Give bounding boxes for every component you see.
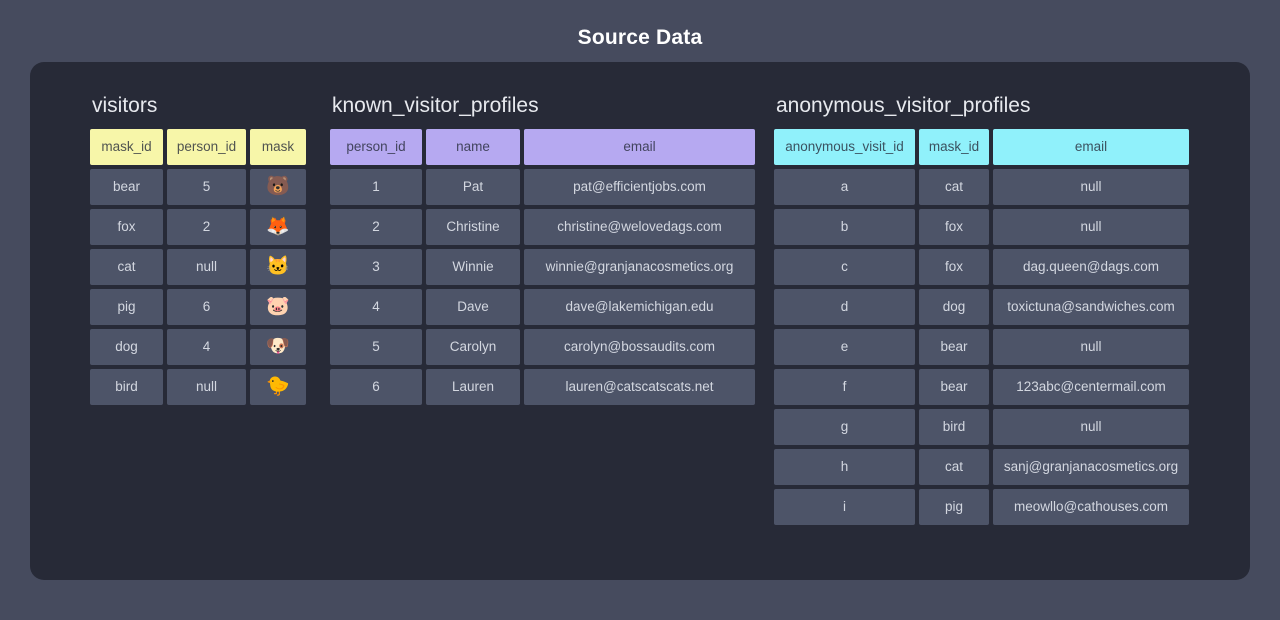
table-cell: fox [919, 209, 989, 245]
table-grid: person_idnameemail 1Patpat@efficientjobs.… [330, 129, 755, 405]
table-cell: 4 [167, 329, 246, 365]
table-cell: null [993, 329, 1189, 365]
table-cell: Christine [426, 209, 520, 245]
table-cell: e [774, 329, 915, 365]
table-cell: bird [90, 369, 163, 405]
table-cell: h [774, 449, 915, 485]
table-cell: 6 [167, 289, 246, 325]
table-cell: dog [919, 289, 989, 325]
column-header: person_id [167, 129, 246, 165]
table-cell: 6 [330, 369, 422, 405]
table-cell: pig [90, 289, 163, 325]
table-cell: 🐶 [250, 329, 306, 365]
table-anonymous-visitor-profiles: anonymous_visitor_profiles anonymous_visi… [774, 94, 1189, 525]
table-cell: cat [919, 449, 989, 485]
table-cell: dag.queen@dags.com [993, 249, 1189, 285]
table-cell: pig [919, 489, 989, 525]
table-cell: Carolyn [426, 329, 520, 365]
table-cell: 5 [330, 329, 422, 365]
table-cell: bear [919, 329, 989, 365]
column-header: mask [250, 129, 306, 165]
column-header: email [993, 129, 1189, 165]
table-cell: 2 [167, 209, 246, 245]
column-header: person_id [330, 129, 422, 165]
table-cell: pat@efficientjobs.com [524, 169, 755, 205]
table-grid: anonymous_visit_idmask_idemailacatnullbf… [774, 129, 1189, 525]
table-cell: toxictuna@sandwiches.com [993, 289, 1189, 325]
page-title: Source Data [0, 0, 1280, 50]
table-cell: 4 [330, 289, 422, 325]
source-data-screen: Source Data visitorsmask_idperson_idmask… [0, 0, 1280, 50]
table-cell: Pat [426, 169, 520, 205]
table-cell: dog [90, 329, 163, 365]
table-cell: i [774, 489, 915, 525]
table-cell: christine@welovedags.com [524, 209, 755, 245]
table-cell: c [774, 249, 915, 285]
table-cell: 5 [167, 169, 246, 205]
table-cell: Lauren [426, 369, 520, 405]
table-cell: 2 [330, 209, 422, 245]
table-cell: 3 [330, 249, 422, 285]
table-cell: 🦊 [250, 209, 306, 245]
table-cell: bear [919, 369, 989, 405]
table-cell: d [774, 289, 915, 325]
table-cell: null [993, 169, 1189, 205]
table-cell: null [167, 369, 246, 405]
table-title: visitors [92, 94, 306, 118]
table-cell: dave@lakemichigan.edu [524, 289, 755, 325]
table-cell: 123abc@centermail.com [993, 369, 1189, 405]
column-header: name [426, 129, 520, 165]
table-cell: a [774, 169, 915, 205]
table-cell: bird [919, 409, 989, 445]
table-cell: Winnie [426, 249, 520, 285]
table-cell: cat [919, 169, 989, 205]
column-header: email [524, 129, 755, 165]
table-cell: null [167, 249, 246, 285]
table-cell: fox [90, 209, 163, 245]
table-cell: carolyn@bossaudits.com [524, 329, 755, 365]
table-known-visitor-profiles: known_visitor_profiles person_idnameemail… [330, 94, 755, 405]
table-cell: bear [90, 169, 163, 205]
table-title: known_visitor_profiles [332, 94, 755, 118]
table-cell: fox [919, 249, 989, 285]
column-header: anonymous_visit_id [774, 129, 915, 165]
source-data-panel: visitorsmask_idperson_idmaskbear5🐻fox2🦊c… [30, 62, 1250, 580]
table-cell: g [774, 409, 915, 445]
table-cell: lauren@catscatscats.net [524, 369, 755, 405]
column-header: mask_id [919, 129, 989, 165]
table-grid: mask_idperson_idmaskbear5🐻fox2🦊catnull🐱p… [90, 129, 306, 405]
table-cell: 🐱 [250, 249, 306, 285]
table-cell: winnie@granjanacosmetics.org [524, 249, 755, 285]
table-cell: Dave [426, 289, 520, 325]
table-visitors: visitors mask_idperson_idmask bear5🐻 fox2🦊 c… [90, 94, 306, 405]
column-header: mask_id [90, 129, 163, 165]
table-cell: 🐤 [250, 369, 306, 405]
table-cell: 🐷 [250, 289, 306, 325]
table-cell: null [993, 209, 1189, 245]
table-cell: null [993, 409, 1189, 445]
table-cell: f [774, 369, 915, 405]
table-cell: 🐻 [250, 169, 306, 205]
table-title: anonymous_visitor_profiles [776, 94, 1189, 118]
table-cell: 1 [330, 169, 422, 205]
table-cell: sanj@granjanacosmetics.org [993, 449, 1189, 485]
table-cell: b [774, 209, 915, 245]
table-cell: meowllo@cathouses.com [993, 489, 1189, 525]
table-cell: cat [90, 249, 163, 285]
